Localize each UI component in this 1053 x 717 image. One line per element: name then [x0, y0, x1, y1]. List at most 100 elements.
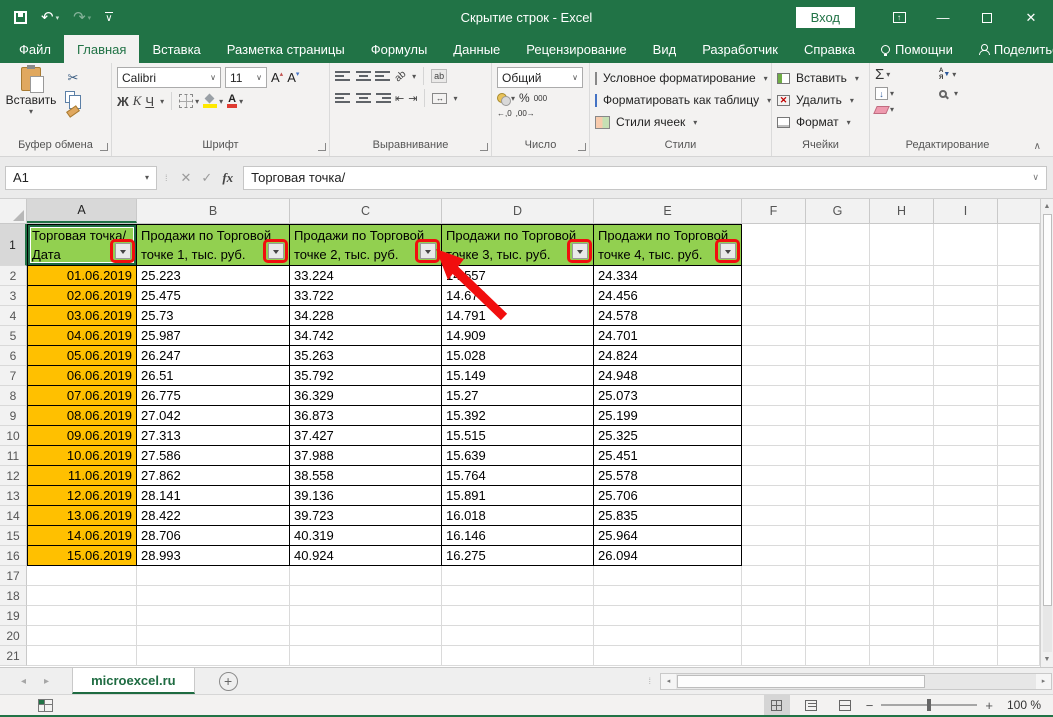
close-button[interactable]: ✕: [1009, 0, 1053, 35]
format-painter-button[interactable]: [65, 105, 81, 118]
column-header-E[interactable]: E: [594, 199, 742, 223]
scroll-left-icon[interactable]: ◂: [661, 673, 676, 689]
cell[interactable]: [870, 546, 934, 566]
column-header-B[interactable]: B: [137, 199, 290, 223]
cell-e1[interactable]: Продажи по Торговой точке 4, тыс. руб.: [594, 224, 742, 266]
cell[interactable]: [934, 486, 998, 506]
cell[interactable]: 15.764: [442, 466, 594, 486]
cell[interactable]: 26.094: [594, 546, 742, 566]
cell[interactable]: [998, 646, 1040, 666]
cell[interactable]: [870, 266, 934, 286]
cell[interactable]: [870, 626, 934, 646]
undo-button[interactable]: ↶ ▾: [41, 10, 59, 25]
cell[interactable]: 25.475: [137, 286, 290, 306]
column-header-H[interactable]: H: [870, 199, 934, 223]
cell[interactable]: [742, 386, 806, 406]
cell[interactable]: [442, 646, 594, 666]
cell[interactable]: [998, 486, 1040, 506]
cell[interactable]: [998, 566, 1040, 586]
cell[interactable]: [870, 224, 934, 266]
cell[interactable]: [998, 386, 1040, 406]
cell[interactable]: [806, 526, 870, 546]
cell[interactable]: [934, 366, 998, 386]
minimize-button[interactable]: —: [921, 0, 965, 35]
cell[interactable]: [870, 446, 934, 466]
cell[interactable]: [27, 566, 137, 586]
cell-a1[interactable]: Торговая точка/ Дата: [27, 224, 137, 266]
cell[interactable]: 33.722: [290, 286, 442, 306]
row-number-15[interactable]: 15: [0, 526, 27, 546]
cell[interactable]: 15.06.2019: [27, 546, 137, 566]
cell[interactable]: [806, 626, 870, 646]
cell[interactable]: [594, 566, 742, 586]
cell[interactable]: 25.706: [594, 486, 742, 506]
cell[interactable]: [290, 586, 442, 606]
cell[interactable]: [870, 466, 934, 486]
cell[interactable]: [137, 606, 290, 626]
cell[interactable]: [870, 526, 934, 546]
zoom-slider-thumb[interactable]: [927, 699, 932, 711]
cell[interactable]: 14.557: [442, 266, 594, 286]
cell[interactable]: [806, 486, 870, 506]
vertical-scrollbar[interactable]: ▲ ▼: [1040, 199, 1053, 667]
cell[interactable]: [934, 566, 998, 586]
cell[interactable]: [806, 266, 870, 286]
enter-entry-button[interactable]: ✓: [201, 170, 212, 186]
cell[interactable]: [806, 466, 870, 486]
cell[interactable]: 24.456: [594, 286, 742, 306]
bold-button[interactable]: Ж: [117, 94, 129, 109]
cell[interactable]: [742, 406, 806, 426]
cell-d1[interactable]: Продажи по Торговой точке 3, тыс. руб.: [442, 224, 594, 266]
cell[interactable]: 25.073: [594, 386, 742, 406]
cell[interactable]: 37.427: [290, 426, 442, 446]
align-right-button[interactable]: [375, 91, 391, 105]
formula-input[interactable]: Торговая точка/∨: [243, 165, 1047, 190]
cell[interactable]: [998, 506, 1040, 526]
cell[interactable]: 10.06.2019: [27, 446, 137, 466]
previous-sheet-icon[interactable]: ◂: [12, 676, 35, 687]
cell[interactable]: 27.042: [137, 406, 290, 426]
cell[interactable]: [934, 546, 998, 566]
cell[interactable]: 16.275: [442, 546, 594, 566]
cell[interactable]: 07.06.2019: [27, 386, 137, 406]
cell[interactable]: [137, 586, 290, 606]
clipboard-dialog-launcher-icon[interactable]: [100, 143, 108, 151]
font-dialog-launcher-icon[interactable]: [318, 143, 326, 151]
row-number-16[interactable]: 16: [0, 546, 27, 566]
format-cells-button[interactable]: Формат ▾: [777, 111, 864, 133]
cell[interactable]: 37.988: [290, 446, 442, 466]
cell[interactable]: 28.141: [137, 486, 290, 506]
align-middle-button[interactable]: [355, 69, 371, 83]
column-header-A[interactable]: A: [27, 199, 137, 223]
cell[interactable]: [742, 546, 806, 566]
cell[interactable]: [934, 346, 998, 366]
cell[interactable]: [442, 566, 594, 586]
cell[interactable]: [594, 606, 742, 626]
tab-Разработчик[interactable]: Разработчик: [689, 35, 791, 63]
percent-style-button[interactable]: [519, 91, 530, 105]
cell[interactable]: 11.06.2019: [27, 466, 137, 486]
collapse-ribbon-button[interactable]: ∧: [1034, 141, 1041, 152]
splitter-grip[interactable]: ⁞: [648, 676, 652, 686]
align-top-button[interactable]: [335, 69, 351, 83]
format-as-table-button[interactable]: Форматировать как таблицу ▾: [595, 89, 771, 111]
select-all-corner[interactable]: [0, 199, 27, 223]
scroll-down-icon[interactable]: ▼: [1041, 652, 1053, 667]
cell[interactable]: 25.451: [594, 446, 742, 466]
cell[interactable]: 15.392: [442, 406, 594, 426]
shrink-font-button[interactable]: А▾: [287, 70, 299, 85]
cell[interactable]: [998, 446, 1040, 466]
column-header-D[interactable]: D: [442, 199, 594, 223]
decrease-decimal-button[interactable]: [516, 109, 535, 118]
number-dialog-launcher-icon[interactable]: [578, 143, 586, 151]
tab-Формулы[interactable]: Формулы: [358, 35, 441, 63]
scroll-up-icon[interactable]: ▲: [1041, 199, 1053, 214]
cell[interactable]: [870, 506, 934, 526]
sign-in-button[interactable]: Вход: [795, 7, 855, 28]
cell[interactable]: 35.792: [290, 366, 442, 386]
decrease-indent-button[interactable]: ⇤: [395, 92, 404, 105]
cell[interactable]: 28.422: [137, 506, 290, 526]
cell[interactable]: [934, 506, 998, 526]
cell[interactable]: [806, 406, 870, 426]
scroll-right-icon[interactable]: ▸: [1036, 673, 1051, 689]
